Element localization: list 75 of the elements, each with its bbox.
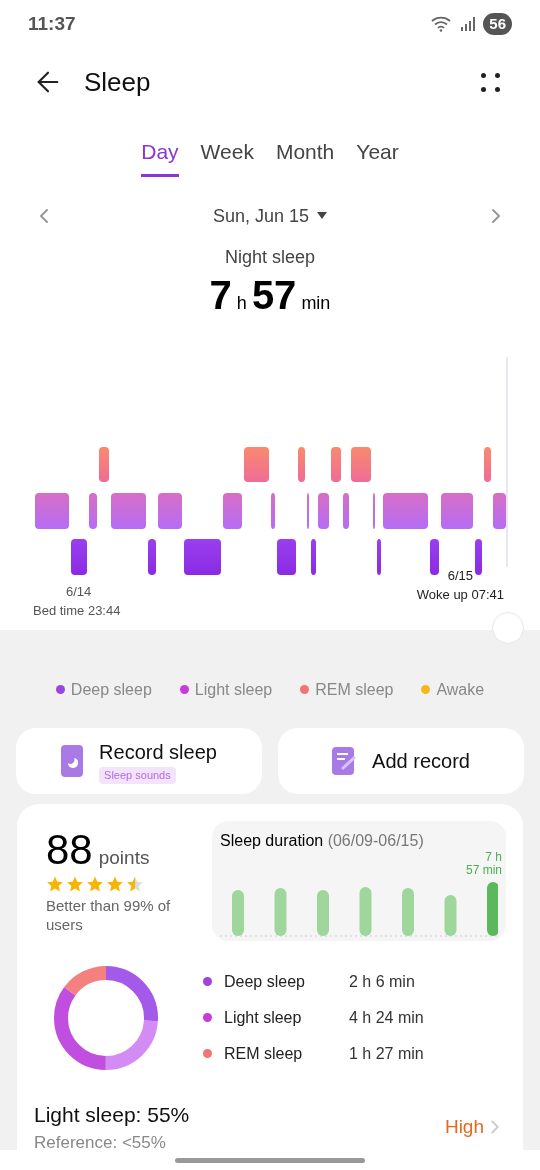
sleep-stage-bar [89, 492, 97, 529]
signal-icon [461, 17, 476, 31]
hours-unit: h [236, 293, 247, 312]
sleep-stage-bar [377, 538, 381, 575]
minutes-value: 57 [251, 274, 297, 315]
sleep-stage-bar [493, 492, 506, 529]
score-value: 88 [46, 828, 93, 871]
page-title: Sleep [84, 65, 152, 99]
sleep-stage-bar [383, 492, 428, 529]
sleep-stage-bar [271, 492, 275, 529]
star-icon [106, 875, 124, 893]
period-tab[interactable]: Year [356, 136, 399, 177]
date-selector[interactable]: Sun, Jun 15 [212, 202, 328, 230]
end-date: 6/15 [447, 566, 474, 585]
bed-time: Bed time 23:44 [33, 602, 121, 620]
action-label: Add record [372, 748, 470, 774]
sleep-stage-bar [475, 538, 482, 575]
sleep-stage-bar [158, 492, 182, 529]
sleep-stage-bar [298, 446, 305, 482]
action-label: Record sleep [99, 740, 217, 766]
insight-reference: Reference: <55% [34, 1132, 167, 1154]
score-comparison: Better than 99% of users [46, 896, 172, 934]
sleep-stage-bar [484, 446, 491, 482]
legend-label: Deep sleep [70, 679, 152, 700]
period-tab[interactable]: Month [275, 136, 335, 177]
stage-label: REM sleep [224, 1043, 304, 1064]
sleep-duration-card[interactable]: Sleep duration (06/09-06/15) 7 h 57 min [212, 820, 506, 941]
wake-time: Woke up 07:41 [416, 586, 504, 604]
add-record-button[interactable]: Add record [278, 727, 524, 794]
sleep-stage-bar [71, 538, 87, 575]
sleep-stage-bar [343, 492, 349, 529]
sleep-stage-bar [430, 538, 439, 575]
summary-label: Night sleep [224, 245, 316, 269]
sleep-stage-bar [223, 492, 242, 529]
stage-duration: 1 h 27 min [349, 1043, 424, 1064]
insight-title: Light sleep: 55% [34, 1101, 190, 1128]
legend-label: REM sleep [315, 679, 394, 700]
stage-duration: 4 h 24 min [349, 1007, 424, 1028]
chart-title: Sleep duration (06/09-06/15) [220, 830, 425, 851]
phone-moon-icon [61, 744, 84, 777]
period-tab[interactable]: Day [141, 136, 179, 177]
star-icon [86, 875, 104, 893]
sleep-stage-bar [311, 538, 316, 575]
status-time: 11:37 [28, 11, 76, 36]
sleep-stage-bar [277, 538, 296, 575]
home-indicator[interactable] [175, 1157, 365, 1163]
sleep-stage-bar [184, 538, 221, 575]
legend-label: Awake [436, 679, 485, 700]
sleep-stage-bar [35, 492, 69, 529]
sleep-stage-bar [244, 446, 269, 482]
legend-label: Light sleep [194, 679, 273, 700]
sleep-stage-bar [99, 446, 109, 482]
period-tab[interactable]: Week [200, 136, 254, 177]
star-icon [66, 875, 84, 893]
latest-duration: 7 h 57 min [465, 850, 502, 877]
record-sleep-button[interactable]: Record sleep Sleep sounds [16, 727, 262, 794]
sleep-stage-bar [111, 492, 146, 529]
note-pencil-icon [332, 746, 357, 775]
sleep-stage-bar [351, 446, 371, 482]
stage-label: Light sleep [224, 1007, 303, 1028]
score-unit: points [98, 845, 150, 870]
minutes-unit: min [301, 293, 331, 312]
hours-value: 7 [209, 274, 232, 315]
sleep-stage-bar [148, 538, 156, 575]
sleep-stage-bar [441, 492, 473, 529]
sleep-stage-bar [318, 492, 329, 529]
battery-indicator: 56 [483, 13, 512, 35]
stage-label: Deep sleep [224, 971, 306, 992]
star-icon [46, 875, 64, 893]
star-icon [126, 875, 144, 893]
sleep-sounds-tag: Sleep sounds [99, 767, 176, 784]
sleep-stage-bar [331, 446, 341, 482]
dropdown-icon [317, 212, 328, 220]
start-date: 6/14 [66, 582, 92, 601]
stage-duration: 2 h 6 min [349, 971, 415, 992]
